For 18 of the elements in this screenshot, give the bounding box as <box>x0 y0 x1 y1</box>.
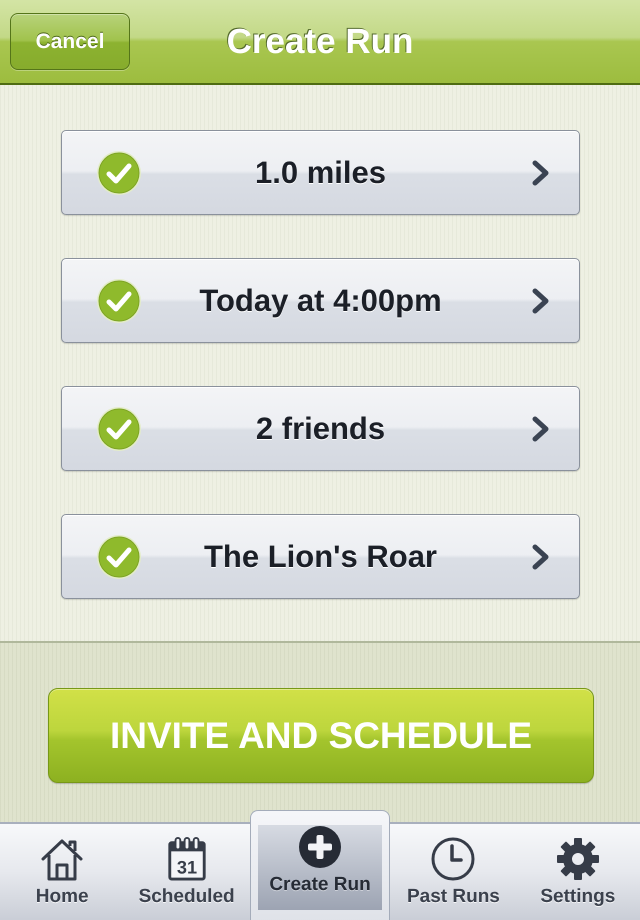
tab-bar-item[interactable]: Settings <box>516 824 640 920</box>
option-button[interactable]: 1.0 miles <box>61 130 580 215</box>
plus-icon <box>298 825 342 869</box>
tab-bar-item[interactable]: Past Runs <box>391 824 516 920</box>
screen-title: Create Run <box>226 22 414 62</box>
tab-bar-item[interactable]: Create Run <box>250 810 390 920</box>
settings-icon <box>556 836 600 880</box>
option-button[interactable]: 2 friends <box>61 386 580 471</box>
chevron-icon <box>532 544 550 570</box>
tab-bar-item[interactable]: 31 Scheduled <box>124 824 249 920</box>
house-icon <box>40 836 84 880</box>
option-button[interactable]: The Lion's Roar <box>61 514 580 599</box>
clock-icon <box>431 836 476 880</box>
chevron-icon <box>532 288 550 314</box>
chevron-icon <box>532 416 550 442</box>
option-button[interactable]: Today at 4:00pm <box>61 258 580 343</box>
chevron-icon <box>532 160 550 186</box>
tab-bar-item[interactable]: Home <box>0 824 124 920</box>
